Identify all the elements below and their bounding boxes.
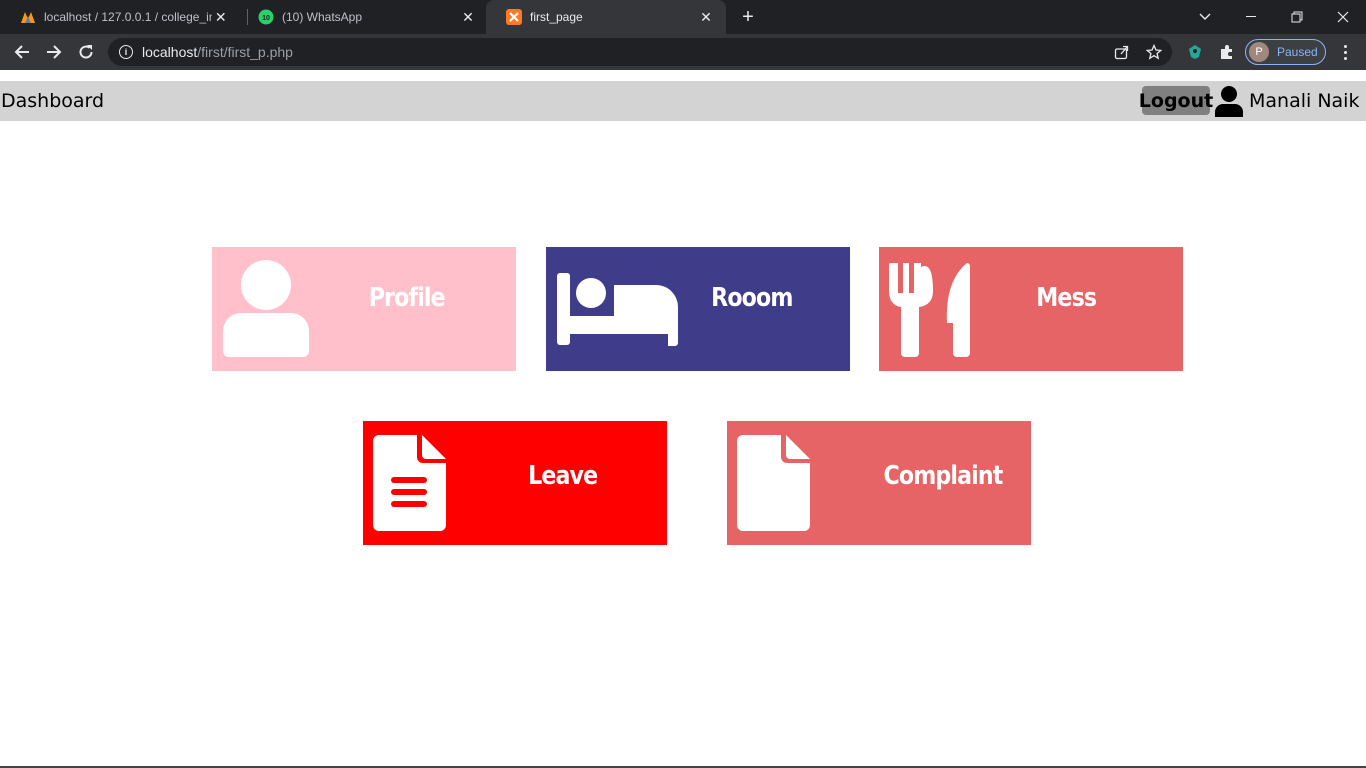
xampp-icon xyxy=(506,9,522,25)
forward-arrow-icon[interactable] xyxy=(42,40,66,64)
navbar: Dashboard Logout Manali Naik xyxy=(0,81,1366,121)
profile-button[interactable]: P Paused xyxy=(1245,39,1326,65)
restore-button[interactable] xyxy=(1274,0,1320,34)
share-icon[interactable] xyxy=(1114,44,1130,60)
card-label: Mess xyxy=(1036,283,1097,313)
tab-title: (10) WhatsApp xyxy=(282,10,363,24)
page-content: Dashboard Logout Manali Naik Profile Roo… xyxy=(0,70,1366,768)
tab-search-chevron-icon[interactable] xyxy=(1182,0,1228,34)
address-bar[interactable]: i localhost/first/first_p.php xyxy=(108,38,1172,66)
file-icon xyxy=(737,431,861,535)
tab-title: first_page xyxy=(530,10,583,24)
bed-icon xyxy=(556,257,680,361)
phpmyadmin-icon xyxy=(20,9,36,25)
card-label: Profile xyxy=(368,283,446,313)
minimize-button[interactable] xyxy=(1228,0,1274,34)
card-label: Rooom xyxy=(711,283,793,313)
utensils-icon xyxy=(889,257,1013,361)
close-tab-icon[interactable]: ✕ xyxy=(212,7,230,27)
user-name: Manali Naik xyxy=(1249,90,1360,112)
file-lines-icon xyxy=(373,431,497,535)
profile-status: Paused xyxy=(1277,45,1318,59)
card-label: Leave xyxy=(528,461,598,491)
browser-menu-icon[interactable] xyxy=(1335,40,1355,64)
new-tab-button[interactable]: + xyxy=(736,5,760,29)
leave-card[interactable]: Leave xyxy=(363,421,667,545)
user-icon xyxy=(1214,85,1244,117)
browser-toolbar: i localhost/first/first_p.php P Paused xyxy=(0,34,1366,70)
complaint-card[interactable]: Complaint xyxy=(727,421,1031,545)
brand-title[interactable]: Dashboard xyxy=(1,90,104,112)
room-card[interactable]: Rooom xyxy=(546,247,850,371)
site-info-icon[interactable]: i xyxy=(119,45,133,59)
card-label: Complaint xyxy=(883,461,1003,491)
tab-phpmyadmin[interactable]: localhost / 127.0.0.1 / college_info ✕ xyxy=(0,0,240,34)
extension-icon[interactable] xyxy=(1184,41,1206,63)
url-path: /first/first_p.php xyxy=(197,44,293,60)
close-tab-icon[interactable]: ✕ xyxy=(696,7,716,27)
browser-tab-strip: localhost / 127.0.0.1 / college_info ✕ 1… xyxy=(0,0,1366,34)
tab-whatsapp[interactable]: 10 (10) WhatsApp ✕ xyxy=(238,0,488,34)
back-arrow-icon[interactable] xyxy=(10,40,34,64)
profile-avatar: P xyxy=(1249,42,1269,62)
reload-icon[interactable] xyxy=(74,40,98,64)
tab-title: localhost / 127.0.0.1 / college_info xyxy=(44,10,212,24)
user-icon xyxy=(222,257,346,361)
whatsapp-icon: 10 xyxy=(258,9,274,25)
mess-card[interactable]: Mess xyxy=(879,247,1183,371)
bookmark-star-icon[interactable] xyxy=(1145,43,1163,60)
close-tab-icon[interactable]: ✕ xyxy=(458,7,478,27)
tab-first-page[interactable]: first_page ✕ xyxy=(486,0,726,34)
whatsapp-badge: 10 xyxy=(262,15,270,22)
url-host: localhost xyxy=(142,44,198,60)
close-window-button[interactable] xyxy=(1320,0,1366,34)
logout-button[interactable]: Logout xyxy=(1139,86,1213,115)
extensions-puzzle-icon[interactable] xyxy=(1216,41,1238,63)
profile-card[interactable]: Profile xyxy=(212,247,516,371)
